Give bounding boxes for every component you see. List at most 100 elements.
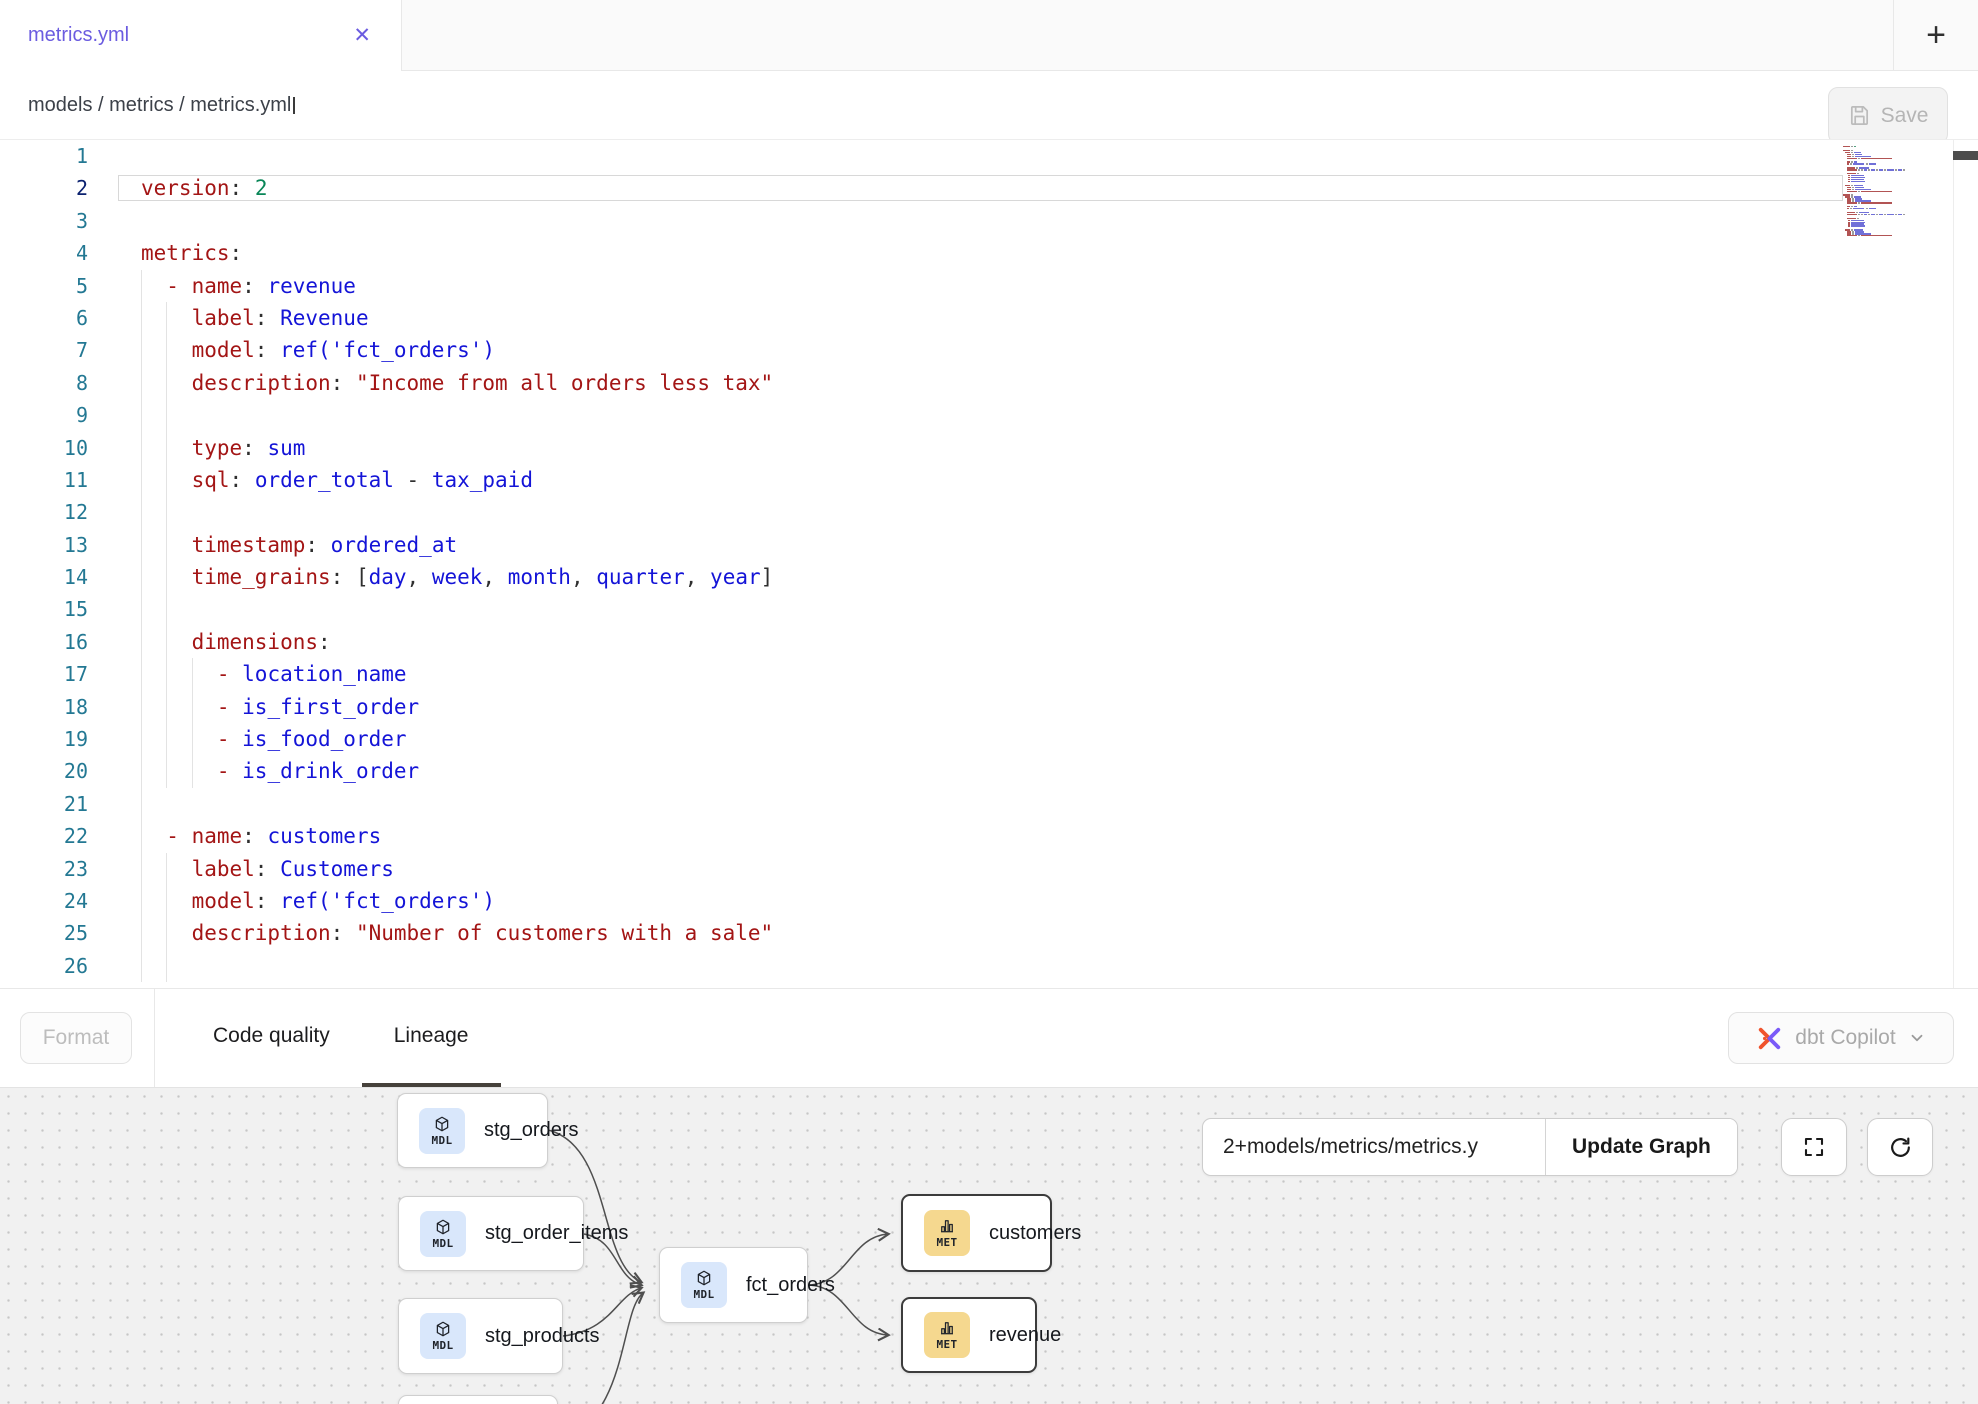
lineage-node-stg_products[interactable]: MDLstg_products — [398, 1298, 563, 1374]
line-number: 7 — [0, 334, 88, 366]
metric-icon: MET — [924, 1210, 970, 1256]
lineage-node-stg_order_items[interactable]: MDLstg_order_items — [398, 1196, 584, 1271]
indent-guide — [192, 691, 193, 723]
line-number: 2 — [0, 172, 88, 204]
fullscreen-button[interactable] — [1781, 1118, 1847, 1176]
indent-guide — [141, 788, 142, 820]
line-number: 1 — [0, 140, 88, 172]
line-number: 23 — [0, 853, 88, 885]
dbt-copilot-button[interactable]: dbt Copilot — [1728, 1012, 1954, 1064]
indent-guide — [141, 723, 142, 755]
indent-guide — [166, 367, 167, 399]
indent-guide — [141, 561, 142, 593]
editor-line-24[interactable]: 24 model: ref('fct_orders') — [0, 885, 1978, 917]
tab-metrics-yml[interactable]: metrics.yml ✕ — [0, 0, 402, 71]
indent-guide — [166, 691, 167, 723]
editor-line-25[interactable]: 25 description: "Number of customers wit… — [0, 917, 1978, 949]
indent-guide — [166, 561, 167, 593]
indent-guide — [141, 367, 142, 399]
format-button[interactable]: Format — [20, 1012, 132, 1064]
lineage-node-partial-node[interactable]: MDL — [398, 1395, 558, 1404]
editor-line-20[interactable]: 20 - is_drink_order — [0, 755, 1978, 787]
indent-guide — [166, 885, 167, 917]
editor-line-3[interactable]: 3 — [0, 205, 1978, 237]
editor-line-10[interactable]: 10 type: sum — [0, 432, 1978, 464]
new-tab-button[interactable]: + — [1893, 0, 1978, 71]
editor-line-19[interactable]: 19 - is_food_order — [0, 723, 1978, 755]
refresh-button[interactable] — [1867, 1118, 1933, 1176]
code-line: - is_first_order — [141, 691, 419, 723]
code-line: time_grains: [day, week, month, quarter,… — [141, 561, 773, 593]
indent-guide — [166, 853, 167, 885]
close-icon[interactable]: ✕ — [353, 25, 371, 46]
indent-guide — [141, 626, 142, 658]
node-label: stg_products — [485, 1325, 600, 1348]
code-line: timestamp: ordered_at — [141, 529, 457, 561]
indent-guide — [166, 917, 167, 949]
lineage-graph[interactable]: MDLstg_ordersMDLstg_order_itemsMDLstg_pr… — [0, 1088, 1978, 1404]
editor-line-8[interactable]: 8 description: "Income from all orders l… — [0, 367, 1978, 399]
indent-guide — [141, 917, 142, 949]
code-line: metrics: — [141, 237, 242, 269]
update-graph-button[interactable]: Update Graph — [1545, 1119, 1737, 1175]
indent-guide — [192, 755, 193, 787]
lineage-node-stg_orders[interactable]: MDLstg_orders — [397, 1093, 548, 1168]
editor-line-26[interactable]: 26 — [0, 950, 1978, 982]
editor-line-1[interactable]: 1 — [0, 140, 1978, 172]
editor-line-12[interactable]: 12 — [0, 496, 1978, 528]
tab-title: metrics.yml — [28, 24, 129, 47]
lineage-filter-group: Update Graph — [1202, 1118, 1738, 1176]
code-line: description: "Income from all orders les… — [141, 367, 773, 399]
lineage-node-customers[interactable]: METcustomers — [901, 1194, 1052, 1272]
editor-line-17[interactable]: 17 - location_name — [0, 658, 1978, 690]
indent-guide — [166, 658, 167, 690]
indent-guide — [166, 496, 167, 528]
editor-line-6[interactable]: 6 label: Revenue — [0, 302, 1978, 334]
tab-bar-empty-area — [402, 0, 1893, 71]
indent-guide — [141, 302, 142, 334]
editor-line-11[interactable]: 11 sql: order_total - tax_paid — [0, 464, 1978, 496]
code-line: - is_food_order — [141, 723, 407, 755]
lineage-node-revenue[interactable]: METrevenue — [901, 1297, 1037, 1373]
lineage-filter-input[interactable] — [1203, 1119, 1545, 1175]
node-label: stg_orders — [484, 1119, 579, 1142]
editor-right-divider — [1953, 140, 1954, 988]
line-number: 16 — [0, 626, 88, 658]
code-line: label: Customers — [141, 853, 394, 885]
indent-guide — [166, 626, 167, 658]
line-number: 21 — [0, 788, 88, 820]
tab-lineage[interactable]: Lineage — [362, 989, 501, 1087]
scrollbar-handle[interactable] — [1953, 151, 1978, 160]
tab-code-quality[interactable]: Code quality — [181, 989, 362, 1087]
editor-line-13[interactable]: 13 timestamp: ordered_at — [0, 529, 1978, 561]
panel-tabs: Code quality Lineage — [181, 989, 501, 1087]
editor-line-15[interactable]: 15 — [0, 593, 1978, 625]
editor-line-7[interactable]: 7 model: ref('fct_orders') — [0, 334, 1978, 366]
lineage-node-fct_orders[interactable]: MDLfct_orders — [659, 1247, 808, 1323]
editor-line-18[interactable]: 18 - is_first_order — [0, 691, 1978, 723]
code-line: description: "Number of customers with a… — [141, 917, 773, 949]
node-label: revenue — [989, 1324, 1061, 1347]
editor-line-14[interactable]: 14 time_grains: [day, week, month, quart… — [0, 561, 1978, 593]
editor-line-21[interactable]: 21 — [0, 788, 1978, 820]
editor-line-4[interactable]: 4metrics: — [0, 237, 1978, 269]
line-number: 12 — [0, 496, 88, 528]
editor-line-9[interactable]: 9 — [0, 399, 1978, 431]
code-line: - location_name — [141, 658, 407, 690]
line-number: 25 — [0, 917, 88, 949]
minimap[interactable] — [1843, 144, 1935, 239]
node-label: stg_order_items — [485, 1222, 628, 1245]
breadcrumb: models / metrics / metrics.yml — [28, 94, 291, 117]
editor-line-2[interactable]: 2version: 2 — [0, 172, 1978, 204]
code-editor[interactable]: 12version: 234metrics:5 - name: revenue6… — [0, 139, 1978, 988]
editor-line-22[interactable]: 22 - name: customers — [0, 820, 1978, 852]
editor-line-23[interactable]: 23 label: Customers — [0, 853, 1978, 885]
indent-guide — [166, 723, 167, 755]
editor-line-5[interactable]: 5 - name: revenue — [0, 270, 1978, 302]
line-number: 6 — [0, 302, 88, 334]
chevron-down-icon — [1908, 1029, 1926, 1047]
editor-line-16[interactable]: 16 dimensions: — [0, 626, 1978, 658]
indent-guide — [141, 593, 142, 625]
line-number: 8 — [0, 367, 88, 399]
save-button[interactable]: Save — [1828, 87, 1948, 144]
